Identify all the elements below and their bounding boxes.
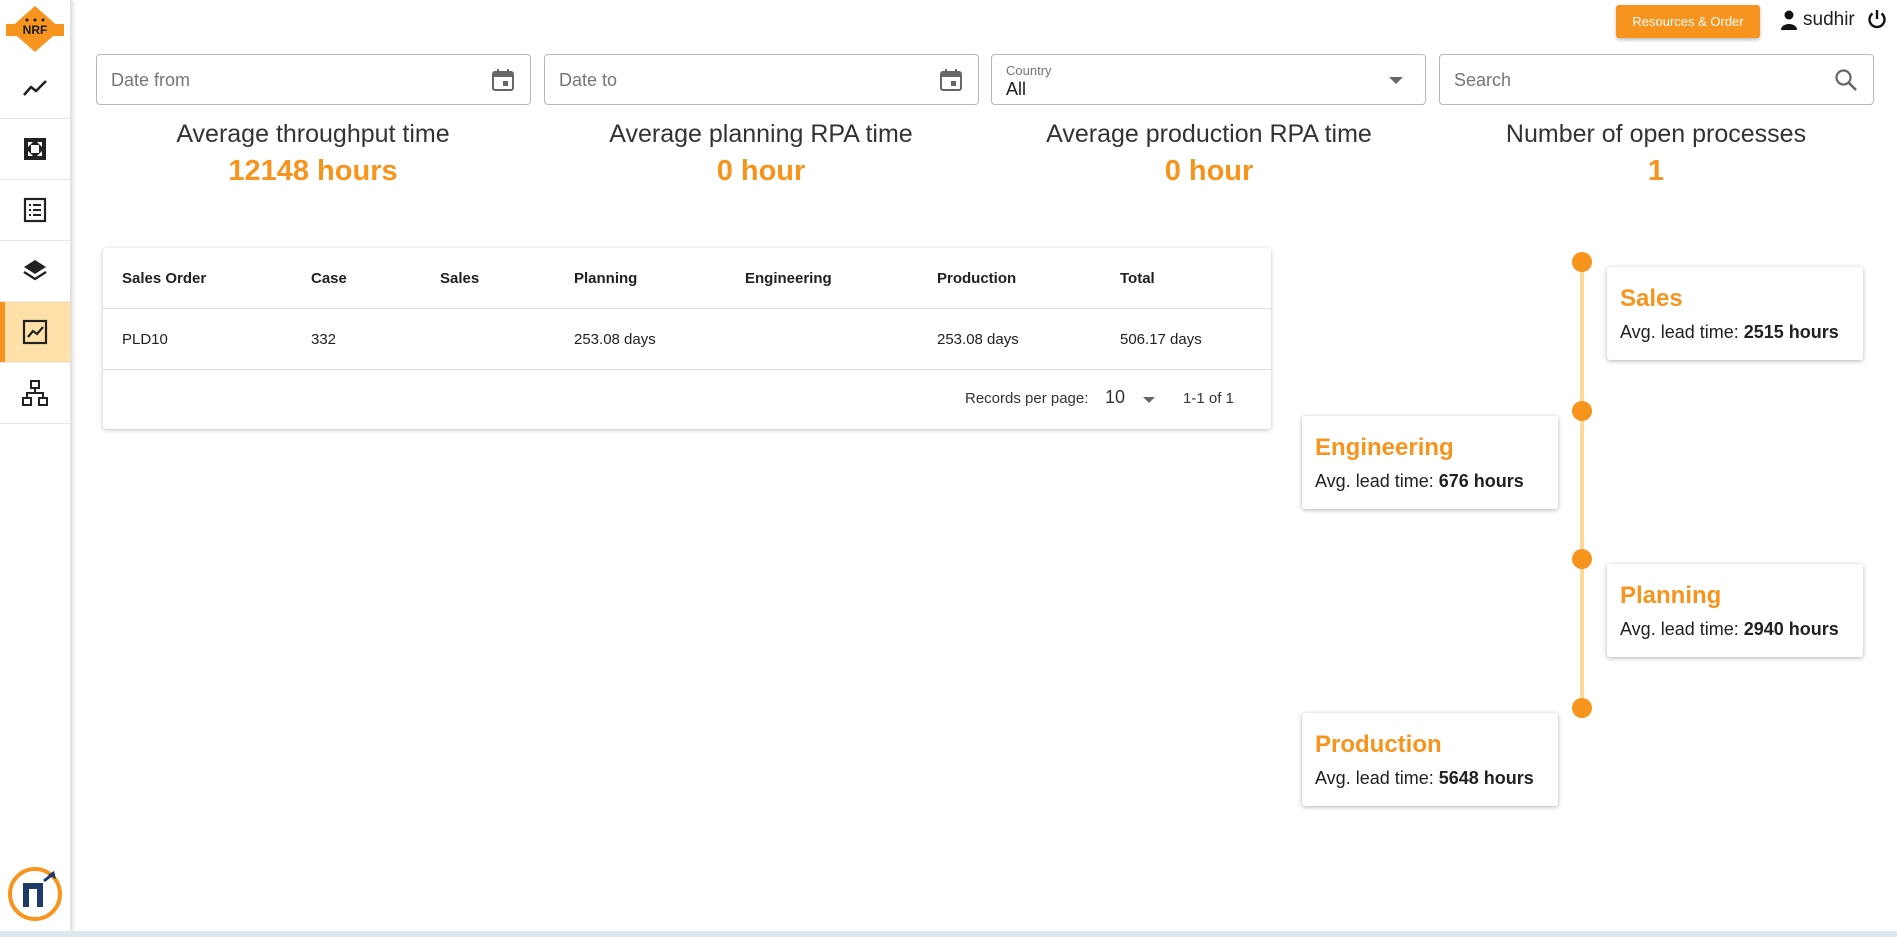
kpi-value: 0 hour — [1164, 155, 1254, 187]
search-field[interactable]: Search — [1439, 54, 1874, 105]
nrf-logo[interactable]: NRF — [4, 4, 66, 54]
stage-name: Planning — [1620, 582, 1722, 609]
list-document-icon — [23, 197, 47, 223]
sidebar-item-trend[interactable] — [0, 58, 70, 119]
username: sudhir — [1803, 9, 1855, 30]
user-menu[interactable]: sudhir — [1780, 7, 1855, 33]
sitemap-icon — [22, 380, 48, 406]
pagination-range: 1-1 of 1 — [1183, 390, 1234, 407]
sidebar-item-layers[interactable] — [0, 241, 70, 302]
stage-card-engineering: Engineering Avg. lead time: 676 hours — [1302, 416, 1558, 509]
timeline-dot — [1572, 401, 1592, 421]
kpi-label: Average planning RPA time — [609, 120, 913, 148]
kpi-planning-rpa: Average planning RPA time 0 hour — [541, 120, 981, 188]
calendar-icon[interactable] — [490, 67, 516, 93]
sidebar-item-analytics[interactable] — [0, 302, 70, 363]
stage-name: Production — [1315, 731, 1442, 758]
sidebar-item-list[interactable] — [0, 180, 70, 241]
timeline-dot — [1572, 549, 1592, 569]
search-icon[interactable] — [1833, 67, 1859, 93]
table-cell: PLD10 — [122, 331, 168, 348]
country-value: All — [1006, 79, 1027, 99]
timeline-dot — [1572, 252, 1592, 272]
table-cell: 253.08 days — [937, 331, 1019, 348]
svg-text:NRF: NRF — [23, 23, 48, 37]
kpi-label: Average production RPA time — [1046, 120, 1372, 148]
kpi-production-rpa: Average production RPA time 0 hour — [989, 120, 1429, 188]
stage-lead-time: Avg. lead time: 5648 hours — [1315, 768, 1534, 788]
stage-lead-time: Avg. lead time: 2515 hours — [1620, 322, 1839, 342]
kpi-open-processes: Number of open processes 1 — [1436, 120, 1876, 188]
resources-order-button[interactable]: Resources & Order — [1616, 5, 1760, 38]
date-to-field[interactable]: Date to — [544, 54, 979, 105]
column-header[interactable]: Total — [1120, 248, 1155, 309]
records-per-page-label: Records per page: — [965, 390, 1089, 407]
column-header[interactable]: Production — [937, 248, 1016, 309]
kpi-value: 1 — [1647, 155, 1665, 187]
date-from-placeholder: Date from — [111, 70, 191, 90]
column-header[interactable]: Case — [311, 248, 347, 309]
stage-card-planning: Planning Avg. lead time: 2940 hours — [1607, 564, 1863, 657]
column-header[interactable]: Sales — [440, 248, 479, 309]
kpi-value: 0 hour — [716, 155, 806, 187]
user-icon — [1781, 10, 1797, 30]
search-placeholder: Search — [1454, 70, 1512, 90]
brand-badge-icon — [8, 867, 62, 921]
sales-order-table: Sales Order Case Sales Planning Engineer… — [103, 248, 1271, 429]
timeline-dot — [1572, 698, 1592, 718]
stage-card-sales: Sales Avg. lead time: 2515 hours — [1607, 267, 1863, 360]
kpi-label: Number of open processes — [1505, 120, 1807, 148]
table-pagination: Records per page: 10 1-1 of 1 — [103, 370, 1271, 429]
stage-card-production: Production Avg. lead time: 5648 hours — [1302, 713, 1558, 806]
kpi-label: Average throughput time — [176, 120, 450, 148]
layers-icon — [23, 260, 47, 281]
calendar-icon[interactable] — [938, 67, 964, 93]
table-cell: 332 — [311, 331, 337, 348]
sidebar-item-sitemap[interactable] — [0, 363, 70, 424]
column-header[interactable]: Planning — [574, 248, 637, 309]
column-header[interactable]: Engineering — [745, 248, 832, 309]
table-cell: 506.17 days — [1120, 331, 1202, 348]
country-select[interactable]: Country All — [991, 54, 1426, 105]
table-cell: 253.08 days — [574, 331, 656, 348]
country-label: Country — [1006, 63, 1052, 78]
chevron-down-icon[interactable] — [1143, 397, 1155, 403]
records-per-page-select[interactable]: 10 — [1105, 387, 1125, 408]
column-header[interactable]: Sales Order — [122, 248, 206, 309]
stage-name: Sales — [1620, 285, 1683, 312]
kpi-value: 12148 hours — [228, 155, 398, 187]
stage-name: Engineering — [1315, 434, 1454, 461]
sidebar-item-expand[interactable] — [0, 119, 70, 180]
sidebar: NRF — [0, 0, 71, 931]
analytics-chart-icon — [22, 319, 48, 345]
trend-line-icon — [23, 80, 47, 96]
kpi-throughput: Average throughput time 12148 hours — [93, 120, 533, 188]
date-from-field[interactable]: Date from — [96, 54, 531, 105]
chevron-down-icon — [1389, 77, 1403, 84]
timeline-line — [1580, 262, 1584, 708]
expand-arrows-icon — [24, 138, 46, 160]
table-header-row: Sales Order Case Sales Planning Engineer… — [103, 248, 1271, 309]
date-to-placeholder: Date to — [559, 70, 618, 90]
stage-lead-time: Avg. lead time: 2940 hours — [1620, 619, 1839, 639]
power-icon[interactable] — [1866, 8, 1888, 30]
table-row[interactable]: PLD10 332 253.08 days 253.08 days 506.17… — [103, 309, 1271, 370]
stage-lead-time: Avg. lead time: 676 hours — [1315, 471, 1524, 491]
window-bottom-strip — [0, 931, 1897, 937]
